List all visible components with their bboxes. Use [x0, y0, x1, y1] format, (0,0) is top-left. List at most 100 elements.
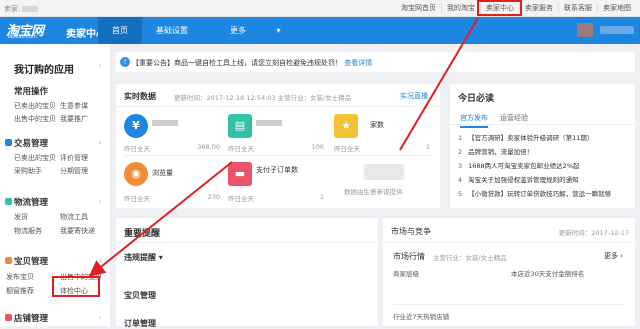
card-label: 支付子订单数 [256, 166, 298, 174]
card-foot: 昨日全天 [228, 195, 254, 203]
chevron-down-icon: ▾ [276, 26, 281, 35]
card-foot: 昨日全天 [124, 195, 150, 203]
sidebar-title: 我订购的应用 [14, 65, 74, 76]
data-source-note: 数据由生意参谋提供 [344, 188, 403, 196]
sidebar-item-sold-goods[interactable]: 已卖出的宝贝 [14, 101, 56, 111]
sidebar-item-promote[interactable]: 我要推广 [60, 114, 88, 124]
chevron-down-icon: ▾ [158, 253, 163, 262]
user-name-blurred [22, 6, 39, 12]
top-link-seller-center[interactable]: 卖家中心 [477, 0, 522, 16]
alert-goods[interactable]: 宝贝管理 [124, 290, 156, 301]
notice-bar: ! 【重要公告】商品一键自检工具上线，请您立刻自检避免违规处罚！ 查看详情 [116, 52, 635, 72]
list-item[interactable]: 5 【小微贷款】玩转订单贷款技巧解，营运一瞬就够 [458, 188, 611, 198]
sidebar-item-logistics-tools[interactable]: 物流工具 [60, 212, 88, 222]
alert-violation[interactable]: 违规提醒 ▾ [124, 252, 163, 263]
today-panel: 今日必读 官方发布 运营经验 1 【官方调研】卖家体验升级调研（第11期） 2 品牌… [450, 84, 635, 208]
chevron-right-icon[interactable]: › [99, 138, 102, 147]
sidebar-item-publish-goods[interactable]: 发布宝贝 [6, 272, 34, 282]
card-label: 家数 [370, 121, 384, 129]
trade-icon [5, 139, 12, 146]
list-item[interactable]: 4 淘宝关于加强侵权滥诉管理规则的通知 [458, 174, 579, 184]
top-links: 淘宝网首页 我的淘宝 卖家中心 卖家服务 联系客服 卖家地图 [396, 0, 636, 16]
market-sub-title: 市场行情 [393, 252, 425, 261]
top-link-seller-map[interactable]: 卖家地图 [597, 3, 636, 13]
chevron-right-icon[interactable]: › [99, 313, 102, 322]
chevron-right-icon[interactable]: › [99, 61, 102, 70]
live-link[interactable]: 实况直播 [400, 91, 428, 101]
market-sub-meta: 主营行业：女装/女士精品 [433, 254, 507, 262]
truck-icon [5, 198, 12, 205]
nav-home[interactable]: 首页 [98, 17, 142, 44]
list-item[interactable]: 1 【官方调研】卖家体验升级调研（第11期） [458, 132, 593, 142]
chevron-right-icon[interactable]: › [99, 197, 102, 206]
card-value: 230 [207, 193, 220, 201]
card-value: 106 [311, 143, 324, 151]
market-more-link[interactable]: 更多 › [604, 251, 623, 261]
card-label: 浏览量 [152, 169, 173, 177]
sidebar-item-purchase-helper[interactable]: 采购助手 [14, 166, 42, 176]
top-link-taobao-home[interactable]: 淘宝网首页 [396, 3, 441, 13]
card-visitors[interactable]: ▤ [228, 114, 324, 138]
sidebar-item-reviews[interactable]: 评价管理 [60, 153, 88, 163]
account-name-blurred[interactable] [600, 26, 634, 34]
sidebar-item-window-recommend[interactable]: 橱窗推荐 [6, 286, 34, 296]
card-data-source [344, 164, 424, 188]
realtime-data-panel: 实时数据 更新时间：2017-12-18 12:54:03 主营行业：女装/女士… [116, 84, 440, 208]
sidebar-item-sold[interactable]: 已卖出的宝贝 [14, 153, 56, 163]
realtime-title: 实时数据 [124, 92, 156, 101]
card-payment[interactable]: ¥ [124, 114, 220, 138]
chevron-right-icon[interactable]: › [99, 256, 102, 265]
top-link-contact-service[interactable]: 联系客服 [558, 3, 597, 13]
taobao-logo-sub: Taobao.com [7, 34, 37, 40]
top-link-my-taobao[interactable]: 我的淘宝 [441, 3, 480, 13]
section-logistics: 物流管理 [14, 198, 49, 208]
card-pageviews[interactable]: ◉ 浏览量 [124, 162, 220, 186]
alerts-panel: 重要提醒 违规提醒 ▾ 宝贝管理 订单管理 [116, 218, 378, 329]
highlight-box-health-center [52, 276, 100, 297]
realtime-meta: 更新时间：2017-12-18 12:54:03 主营行业：女装/女士精品 [174, 94, 352, 102]
list-item[interactable]: 3 1688两人可淘宝卖家包邮业绩达2%起 [458, 160, 580, 170]
user-label[interactable]: 卖家: [4, 4, 39, 14]
market-update: 更新时间：2017-12-17 [558, 229, 629, 237]
sidebar-item-send-express[interactable]: 我要寄快递 [60, 226, 95, 236]
col-tier: 商家层级 [393, 270, 419, 278]
eye-icon: ◉ [124, 162, 148, 186]
notice-text: 【重要公告】商品一键自检工具上线，请您立刻自检避免违规处罚！ [132, 59, 342, 67]
alert-orders[interactable]: 订单管理 [124, 318, 156, 329]
alerts-title: 重要提醒 [124, 229, 161, 239]
header-account [577, 23, 634, 37]
sidebar-item-on-sale[interactable]: 出售中的宝贝 [14, 114, 56, 124]
goods-icon [5, 257, 12, 264]
sidebar-item-business-advisor[interactable]: 生意参谋 [60, 101, 88, 111]
sidebar-item-installment[interactable]: 分期管理 [60, 166, 88, 176]
tab-official[interactable]: 官方发布 [460, 113, 488, 128]
card-foot: 昨日全天 [124, 145, 150, 153]
section-shop: 店铺管理 [14, 314, 49, 324]
nav-more[interactable]: 更多 ▾ [202, 17, 309, 44]
card-value: 1 [319, 193, 324, 201]
market-title: 市场与竞争 [391, 227, 431, 236]
sidebar-item-ship[interactable]: 发货 [14, 212, 28, 222]
card-foot: 昨日全天 [334, 145, 360, 153]
notice-link[interactable]: 查看详情 [344, 59, 372, 67]
chart-icon: ▤ [228, 114, 252, 138]
section-trade: 交易管理 [14, 139, 49, 149]
logo-icon [364, 164, 404, 180]
header-nav: 首页 基础设置 更多 ▾ [98, 17, 309, 44]
market-panel: 市场与竞争 更新时间：2017-12-17 市场行情 主营行业：女装/女士精品 … [383, 218, 635, 326]
top-link-seller-service[interactable]: 卖家服务 [519, 3, 558, 13]
main-header: 淘宝网 Taobao.com 卖家中心 首页 基础设置 更多 ▾ [0, 17, 640, 44]
card-buyers[interactable]: ★ 家数 [334, 114, 430, 138]
today-title: 今日必读 [458, 94, 495, 104]
yen-icon: ¥ [124, 114, 148, 138]
card-sub-orders[interactable]: ▬ 支付子订单数 [228, 162, 324, 186]
star-icon: ★ [334, 114, 358, 138]
nav-basic-settings[interactable]: 基础设置 [142, 17, 202, 44]
list-item[interactable]: 2 品牌营销，流量加倍！ [458, 146, 533, 156]
tab-experience[interactable]: 运营经验 [500, 113, 528, 123]
sidebar-item-logistics-service[interactable]: 物流服务 [14, 226, 42, 236]
avatar[interactable] [577, 23, 593, 37]
col-rank: 本店近30天支付金额排名 [511, 270, 585, 278]
market-hot-shops: 行业近7天热销店铺 [393, 313, 450, 321]
shop-icon [5, 314, 12, 321]
